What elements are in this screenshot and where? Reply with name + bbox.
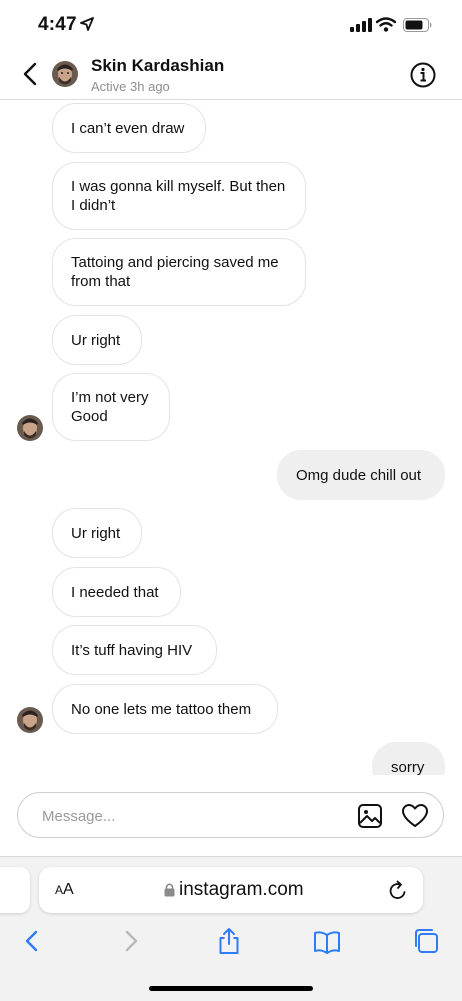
- contact-name[interactable]: Skin Kardashian: [91, 56, 224, 76]
- share-icon[interactable]: [215, 927, 243, 955]
- message-bubble[interactable]: Ur right: [52, 508, 142, 558]
- home-indicator: [149, 986, 313, 991]
- message-bubble-outgoing[interactable]: sorry: [372, 742, 445, 775]
- message-bubble[interactable]: I can’t even draw: [52, 103, 206, 153]
- message-text: I’m not very Good: [71, 389, 149, 425]
- message-bubble[interactable]: Tattoing and piercing saved me from that: [52, 238, 306, 306]
- url-text[interactable]: instagram.com: [179, 879, 304, 901]
- message-input[interactable]: [40, 803, 344, 829]
- address-bar[interactable]: AA instagram.com: [39, 867, 423, 913]
- message-text: sorry: [391, 758, 425, 776]
- message-thread: I can’t even draw I was gonna kill mysel…: [0, 100, 462, 775]
- back-icon[interactable]: [18, 927, 46, 955]
- battery-icon: [403, 18, 432, 32]
- message-bubble[interactable]: I’m not very Good: [52, 373, 170, 441]
- location-arrow-icon: [80, 17, 94, 31]
- message-bubble[interactable]: Ur right: [52, 315, 142, 365]
- chat-header: Skin Kardashian Active 3h ago: [0, 50, 462, 100]
- message-text: It’s tuff having HIV: [71, 641, 193, 659]
- browser-toolbar: AA instagram.com: [0, 856, 462, 1001]
- status-bar: 4:47: [0, 0, 462, 50]
- message-bubble[interactable]: It’s tuff having HIV: [52, 625, 217, 675]
- message-composer: [17, 792, 444, 838]
- message-text: Ur right: [71, 331, 121, 349]
- message-bubble[interactable]: I needed that: [52, 567, 181, 617]
- reload-icon[interactable]: [388, 879, 408, 901]
- active-status: Active 3h ago: [91, 79, 170, 94]
- heart-icon[interactable]: [401, 803, 429, 829]
- message-text: I can’t even draw: [71, 119, 185, 137]
- aa-large-label: A: [63, 881, 74, 898]
- chevron-left-icon[interactable]: [18, 60, 44, 88]
- message-text: I was gonna kill myself. But then I didn…: [71, 178, 286, 214]
- cellular-signal-icon: [350, 18, 372, 32]
- message-text: Ur right: [71, 524, 121, 542]
- message-bubble-outgoing[interactable]: Omg dude chill out: [277, 450, 445, 500]
- message-bubble[interactable]: I was gonna kill myself. But then I didn…: [52, 162, 306, 230]
- message-text: Omg dude chill out: [296, 466, 422, 484]
- message-bubble[interactable]: No one lets me tattoo them: [52, 684, 278, 734]
- info-circle-icon[interactable]: [409, 61, 437, 89]
- status-time: 4:47: [38, 14, 77, 35]
- message-text: Tattoing and piercing saved me from that: [71, 254, 279, 290]
- previous-tab-preview[interactable]: [0, 867, 30, 913]
- bookmarks-icon[interactable]: [313, 927, 341, 955]
- reader-settings-button[interactable]: AA: [55, 881, 74, 899]
- avatar[interactable]: [17, 415, 43, 441]
- message-text: No one lets me tattoo them: [71, 700, 252, 718]
- image-icon[interactable]: [357, 803, 383, 829]
- avatar[interactable]: [17, 707, 43, 733]
- message-text: I needed that: [71, 583, 159, 601]
- wifi-icon: [376, 17, 396, 32]
- forward-icon[interactable]: [117, 927, 145, 955]
- avatar[interactable]: [52, 61, 78, 87]
- lock-icon: [164, 883, 175, 897]
- tabs-icon[interactable]: [412, 927, 440, 955]
- aa-small-label: A: [55, 883, 64, 897]
